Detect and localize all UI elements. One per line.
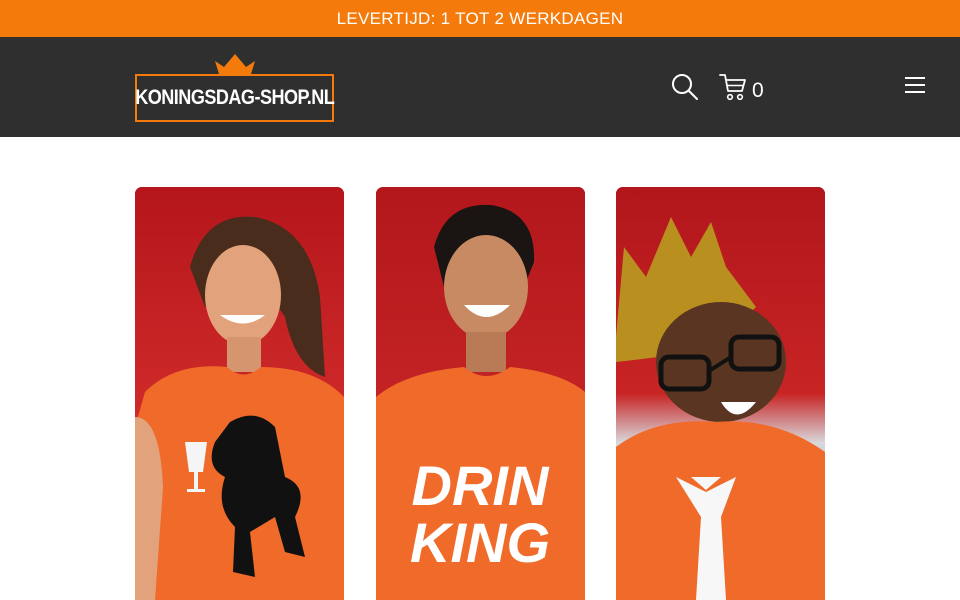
- product-image: [616, 187, 825, 600]
- product-card[interactable]: [616, 187, 825, 600]
- search-button[interactable]: [671, 73, 699, 101]
- product-image: [135, 187, 344, 600]
- cart-count: 0: [752, 79, 764, 102]
- logo-wordmark: KONINGSDAG-SHOP.NL: [135, 74, 335, 122]
- cart-icon: [719, 74, 746, 101]
- product-grid: DRIN KING: [135, 187, 825, 600]
- product-card[interactable]: [135, 187, 344, 600]
- delivery-time-text: LEVERTIJD: 1 TOT 2 WERKDAGEN: [336, 8, 624, 28]
- announcement-bar: LEVERTIJD: 1 TOT 2 WERKDAGEN: [0, 0, 960, 37]
- cart-button[interactable]: 0: [719, 72, 769, 104]
- menu-button[interactable]: [903, 75, 927, 95]
- hamburger-menu-icon: [905, 77, 925, 93]
- product-card[interactable]: DRIN KING: [376, 187, 585, 600]
- shirt-print-line1: DRIN: [412, 454, 550, 517]
- site-header: KONINGSDAG-SHOP.NL 0: [0, 37, 960, 137]
- product-image: DRIN KING: [376, 187, 585, 600]
- shirt-print-line2: KING: [410, 511, 550, 574]
- search-icon: [672, 74, 698, 100]
- logo-link[interactable]: KONINGSDAG-SHOP.NL: [135, 53, 335, 123]
